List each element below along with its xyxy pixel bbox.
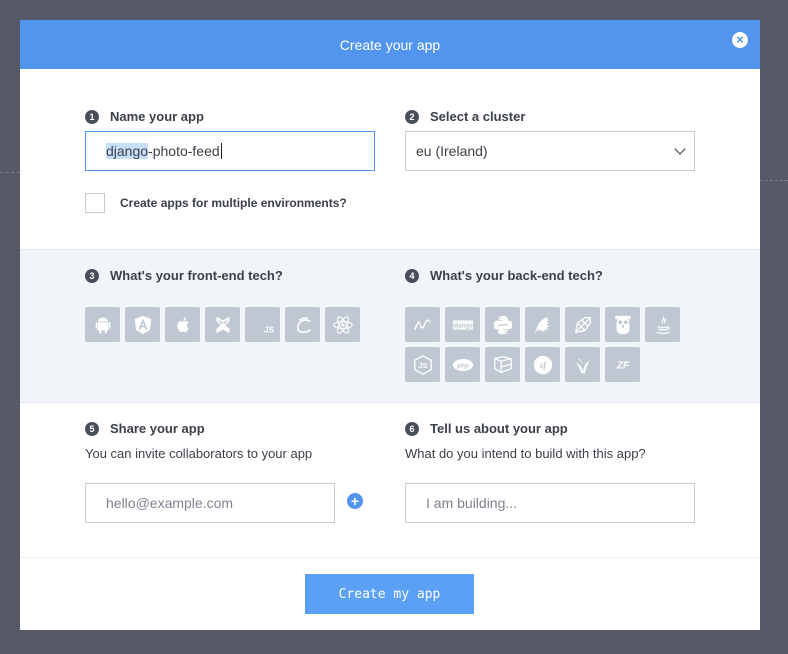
step-heading: 4 What's your back-end tech? [405,268,695,283]
nodejs-icon[interactable]: JS [405,347,440,382]
name-app-group: 1 Name your app django -photo-feed [85,109,375,171]
backend-group: 4 What's your back-end tech? django JS p… [405,268,695,382]
share-group: 5 Share your app You can invite collabor… [85,421,375,523]
step-label: Name your app [110,109,204,124]
description-placeholder: I am building... [426,495,518,511]
add-collaborator-icon[interactable]: + [347,493,363,509]
input-text: -photo-feed [148,143,220,159]
step-heading: 5 Share your app [85,421,375,436]
step-number: 6 [405,421,419,436]
step-heading: 2 Select a cluster [405,109,695,124]
sf-text: sf [538,360,547,370]
share-about-section: 5 Share your app You can invite collabor… [20,403,760,557]
close-icon[interactable]: × [732,32,748,48]
step-label: What's your front-end tech? [110,268,283,283]
zf-text: ZF [615,360,629,371]
step-number: 2 [405,109,419,124]
laravel-icon[interactable] [485,347,520,382]
submit-section: Create my app [20,557,760,630]
javascript-icon[interactable]: JS [245,307,280,342]
django-text: django [453,323,473,329]
cluster-group: 2 Select a cluster eu (Ireland) [405,109,695,171]
email-placeholder: hello@example.com [106,495,234,511]
ruby-icon[interactable] [565,307,600,342]
net-icon[interactable] [405,307,440,342]
frontend-group: 3 What's your front-end tech? JS [85,268,375,342]
step-heading: 1 Name your app [85,109,375,124]
about-group: 6 Tell us about your app What do you int… [405,421,695,523]
background-divider [760,180,788,181]
go-icon[interactable] [605,307,640,342]
step-heading: 6 Tell us about your app [405,421,695,436]
text-caret [220,143,222,159]
sinatra-icon[interactable] [525,307,560,342]
background-divider [0,172,20,173]
multi-env-checkbox[interactable] [85,193,105,213]
frontend-tiles: JS [85,307,375,342]
backend-tiles: django JS php sf ZF [405,307,685,382]
step-number: 3 [85,268,99,283]
modal-header: Create your app × [20,20,760,69]
selected-text: django [106,143,149,159]
step-label: Share your app [110,421,205,436]
step-label: Select a cluster [430,109,526,124]
create-app-button[interactable]: Create my app [305,574,474,614]
php-icon[interactable]: php [445,347,480,382]
step-label: What's your back-end tech? [430,268,603,283]
java-icon[interactable] [645,307,680,342]
step-number: 5 [85,421,99,436]
modal-title: Create your app [339,36,441,53]
apple-icon[interactable] [165,307,200,342]
js-text: JS [418,361,427,370]
backbone-icon[interactable] [205,307,240,342]
react-icon[interactable] [325,307,360,342]
create-app-modal: Create your app × 1 Name your app django… [20,20,760,630]
python-icon[interactable] [485,307,520,342]
chevron-down-icon [674,142,686,155]
php-text: php [456,362,469,369]
ember-icon[interactable] [285,307,320,342]
step-number: 4 [405,268,419,283]
step-label: Tell us about your app [430,421,568,436]
collaborator-email-input[interactable]: hello@example.com [85,483,335,523]
yii-icon[interactable] [565,347,600,382]
android-icon[interactable] [85,307,120,342]
about-subtext: What do you intend to build with this ap… [405,446,646,461]
cluster-select[interactable]: eu (Ireland) [405,131,695,171]
tech-section: 3 What's your front-end tech? JS 4 What'… [20,249,760,403]
step-number: 1 [85,109,99,124]
symfony-icon[interactable]: sf [525,347,560,382]
name-cluster-section: 1 Name your app django -photo-feed 2 Sele… [20,69,760,249]
js-text: JS [263,325,273,334]
multi-env-label: Create apps for multiple environments? [120,196,347,210]
angular-icon[interactable] [125,307,160,342]
multi-env-row: Create apps for multiple environments? [85,193,347,213]
django-icon[interactable]: django [445,307,480,342]
cluster-selected-value: eu (Ireland) [416,143,488,159]
zend-icon[interactable]: ZF [605,347,640,382]
step-heading: 3 What's your front-end tech? [85,268,375,283]
share-subtext: You can invite collaborators to your app [85,446,313,461]
app-name-input[interactable]: django -photo-feed [85,131,375,171]
app-description-input[interactable]: I am building... [405,483,695,523]
